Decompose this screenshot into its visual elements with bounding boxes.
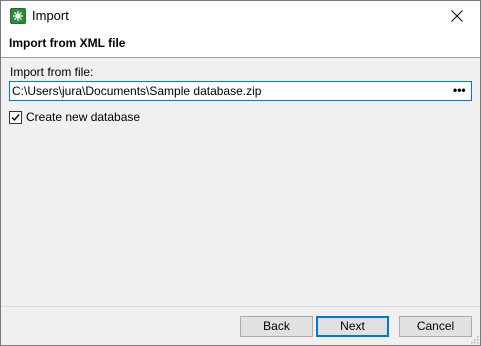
page-title: Import from XML file (9, 36, 126, 50)
file-path-label: Import from file: (10, 65, 94, 79)
file-path-field: ••• (9, 81, 472, 101)
file-path-input[interactable] (12, 83, 450, 99)
footer-divider (1, 306, 480, 307)
page-header: Import from XML file (1, 31, 480, 58)
close-icon (451, 10, 463, 22)
close-button[interactable] (434, 1, 480, 31)
cancel-button[interactable]: Cancel (399, 316, 472, 337)
window-title: Import (32, 8, 69, 23)
next-button[interactable]: Next (316, 316, 389, 337)
checkmark-icon (11, 114, 20, 122)
app-snowflake-icon (10, 8, 26, 24)
import-dialog: Import Import from XML file Import from … (0, 0, 481, 346)
browse-button[interactable]: ••• (449, 82, 471, 100)
title-bar: Import (1, 1, 480, 31)
ellipsis-icon: ••• (453, 83, 466, 97)
back-button[interactable]: Back (240, 316, 313, 337)
resize-grip-icon[interactable] (469, 334, 479, 344)
create-new-database-checkbox[interactable] (9, 111, 22, 124)
create-new-database-label: Create new database (26, 110, 141, 124)
